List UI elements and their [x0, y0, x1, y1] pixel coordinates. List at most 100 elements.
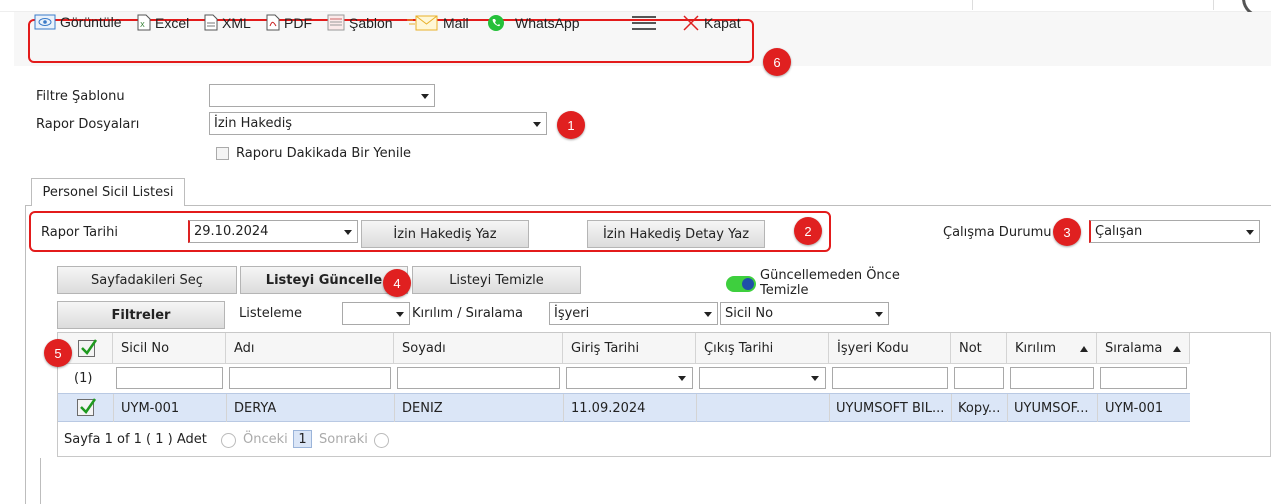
- filter-workplace-code[interactable]: [832, 367, 948, 389]
- cell-start-date: 11.09.2024: [571, 401, 646, 416]
- select-all-checkbox[interactable]: [78, 339, 98, 357]
- callout-badge: 4: [383, 269, 411, 297]
- current-page[interactable]: 1: [293, 430, 312, 448]
- column-header-sort[interactable]: Sıralama: [1097, 333, 1190, 364]
- divider: [563, 394, 564, 422]
- chevron-down-icon: [704, 312, 712, 317]
- report-files-select[interactable]: İzin Hakediş: [209, 112, 547, 135]
- check-icon: [81, 339, 98, 355]
- view-icon: [34, 14, 56, 30]
- xml-button[interactable]: XML: [204, 14, 251, 31]
- divider: [40, 458, 41, 504]
- clear-before-update-toggle[interactable]: [726, 276, 756, 292]
- check-icon: [80, 398, 97, 414]
- whatsapp-icon: [488, 15, 504, 31]
- breakdown-label: Kırılım / Sıralama: [412, 306, 524, 321]
- filter-surname[interactable]: [397, 367, 560, 389]
- view-button[interactable]: Görüntüle: [34, 14, 121, 30]
- toggle-label-line1: Güncellemeden Önce: [760, 268, 900, 283]
- hamburger-menu-icon: [632, 16, 656, 30]
- mail-icon: [407, 15, 438, 31]
- leave-accrual-write-button[interactable]: İzin Hakediş Yaz: [361, 220, 529, 248]
- excel-button[interactable]: X Excel: [137, 14, 189, 31]
- filter-note[interactable]: [954, 367, 1004, 389]
- pdf-button[interactable]: PDF: [266, 14, 312, 31]
- divider: [972, 0, 973, 10]
- prev-page-icon[interactable]: [221, 433, 236, 448]
- filter-breakdown[interactable]: [1010, 367, 1094, 389]
- column-header-workplace-code[interactable]: İşyeri Kodu: [829, 333, 951, 364]
- view-label: Görüntüle: [60, 14, 122, 30]
- clear-list-button[interactable]: Listeyi Temizle: [412, 266, 581, 294]
- sort-asc-icon: [1173, 346, 1181, 352]
- column-header-sicil-no[interactable]: Sicil No: [113, 333, 226, 364]
- xml-icon: [204, 14, 218, 31]
- toggle-label-line2: Temizle: [760, 283, 809, 298]
- chevron-down-icon: [1246, 230, 1254, 235]
- work-status-label: Çalışma Durumu: [943, 225, 1052, 240]
- divider: [1097, 394, 1098, 422]
- pdf-label: PDF: [284, 14, 312, 31]
- cell-sort: UYM-001: [1105, 401, 1164, 416]
- whatsapp-button[interactable]: WhatsApp: [487, 14, 580, 32]
- refresh-label: Raporu Dakikada Bir Yenile: [236, 146, 412, 161]
- breakdown-value: İşyeri: [554, 306, 590, 321]
- work-status-select[interactable]: Çalışan: [1089, 220, 1260, 243]
- next-page-icon[interactable]: [374, 433, 389, 448]
- leave-accrual-detail-button[interactable]: İzin Hakediş Detay Yaz: [587, 220, 765, 248]
- filter-name[interactable]: [229, 367, 391, 389]
- column-header-breakdown[interactable]: Kırılım: [1007, 333, 1097, 364]
- cell-sicil-no: UYM-001: [121, 401, 180, 416]
- callout-badge: 1: [557, 111, 585, 139]
- chevron-down-icon: [533, 122, 541, 127]
- pager-summary: Sayfa 1 of 1 ( 1 ) Adet: [64, 432, 207, 447]
- cell-note: Kopy...: [958, 401, 1001, 416]
- close-button[interactable]: Kapat: [682, 14, 741, 32]
- top-strip: [0, 0, 1271, 18]
- mail-button[interactable]: Mail: [407, 14, 469, 32]
- prev-page-link[interactable]: Önceki: [243, 432, 288, 447]
- column-header-start-date[interactable]: Giriş Tarihi: [563, 333, 696, 364]
- chevron-down-icon: [396, 312, 404, 317]
- filter-sicil-no[interactable]: [116, 367, 223, 389]
- pdf-icon: [266, 14, 280, 31]
- template-button[interactable]: Şablon: [327, 14, 393, 31]
- divider: [1213, 0, 1214, 10]
- column-header-surname[interactable]: Soyadı: [394, 333, 563, 364]
- tab-personnel-list[interactable]: Personel Sicil Listesi: [31, 178, 185, 206]
- row-checkbox[interactable]: [77, 398, 97, 416]
- refresh-checkbox[interactable]: [216, 147, 229, 160]
- select-page-button[interactable]: Sayfadakileri Seç: [57, 266, 237, 294]
- column-header-note[interactable]: Not: [951, 333, 1007, 364]
- sort-value: Sicil No: [725, 306, 774, 321]
- divider: [951, 394, 952, 422]
- close-label: Kapat: [704, 15, 741, 31]
- chevron-down-icon: [344, 230, 352, 235]
- filter-start-date[interactable]: [566, 367, 693, 389]
- column-header-name[interactable]: Adı: [226, 333, 394, 364]
- xml-label: XML: [222, 14, 251, 31]
- excel-icon: X: [137, 14, 151, 31]
- filter-template-label: Filtre Şablonu: [36, 89, 125, 104]
- menu-button[interactable]: [632, 15, 656, 31]
- tab-label: Personel Sicil Listesi: [42, 185, 174, 200]
- column-header-sort-label: Sıralama: [1105, 341, 1163, 356]
- filter-sort[interactable]: [1100, 367, 1187, 389]
- breakdown-select[interactable]: İşyeri: [549, 302, 718, 325]
- callout-badge: 2: [794, 217, 822, 245]
- report-date-picker[interactable]: 29.10.2024: [188, 220, 358, 243]
- chevron-down-icon: [678, 376, 686, 381]
- next-page-link[interactable]: Sonraki: [319, 432, 368, 447]
- divider: [829, 394, 830, 422]
- filters-button[interactable]: Filtreler: [57, 301, 225, 329]
- cell-breakdown: UYUMSOF...: [1014, 401, 1089, 416]
- sort-select[interactable]: Sicil No: [720, 302, 889, 325]
- sort-asc-icon: [1080, 346, 1088, 352]
- report-date-value: 29.10.2024: [194, 224, 269, 239]
- whatsapp-label: WhatsApp: [515, 15, 580, 31]
- listing-select[interactable]: [342, 302, 410, 325]
- filter-template-select[interactable]: [209, 84, 435, 107]
- filter-exit-date[interactable]: [699, 367, 826, 389]
- cell-surname: DENİZ: [402, 401, 443, 416]
- column-header-exit-date[interactable]: Çıkış Tarihi: [696, 333, 829, 364]
